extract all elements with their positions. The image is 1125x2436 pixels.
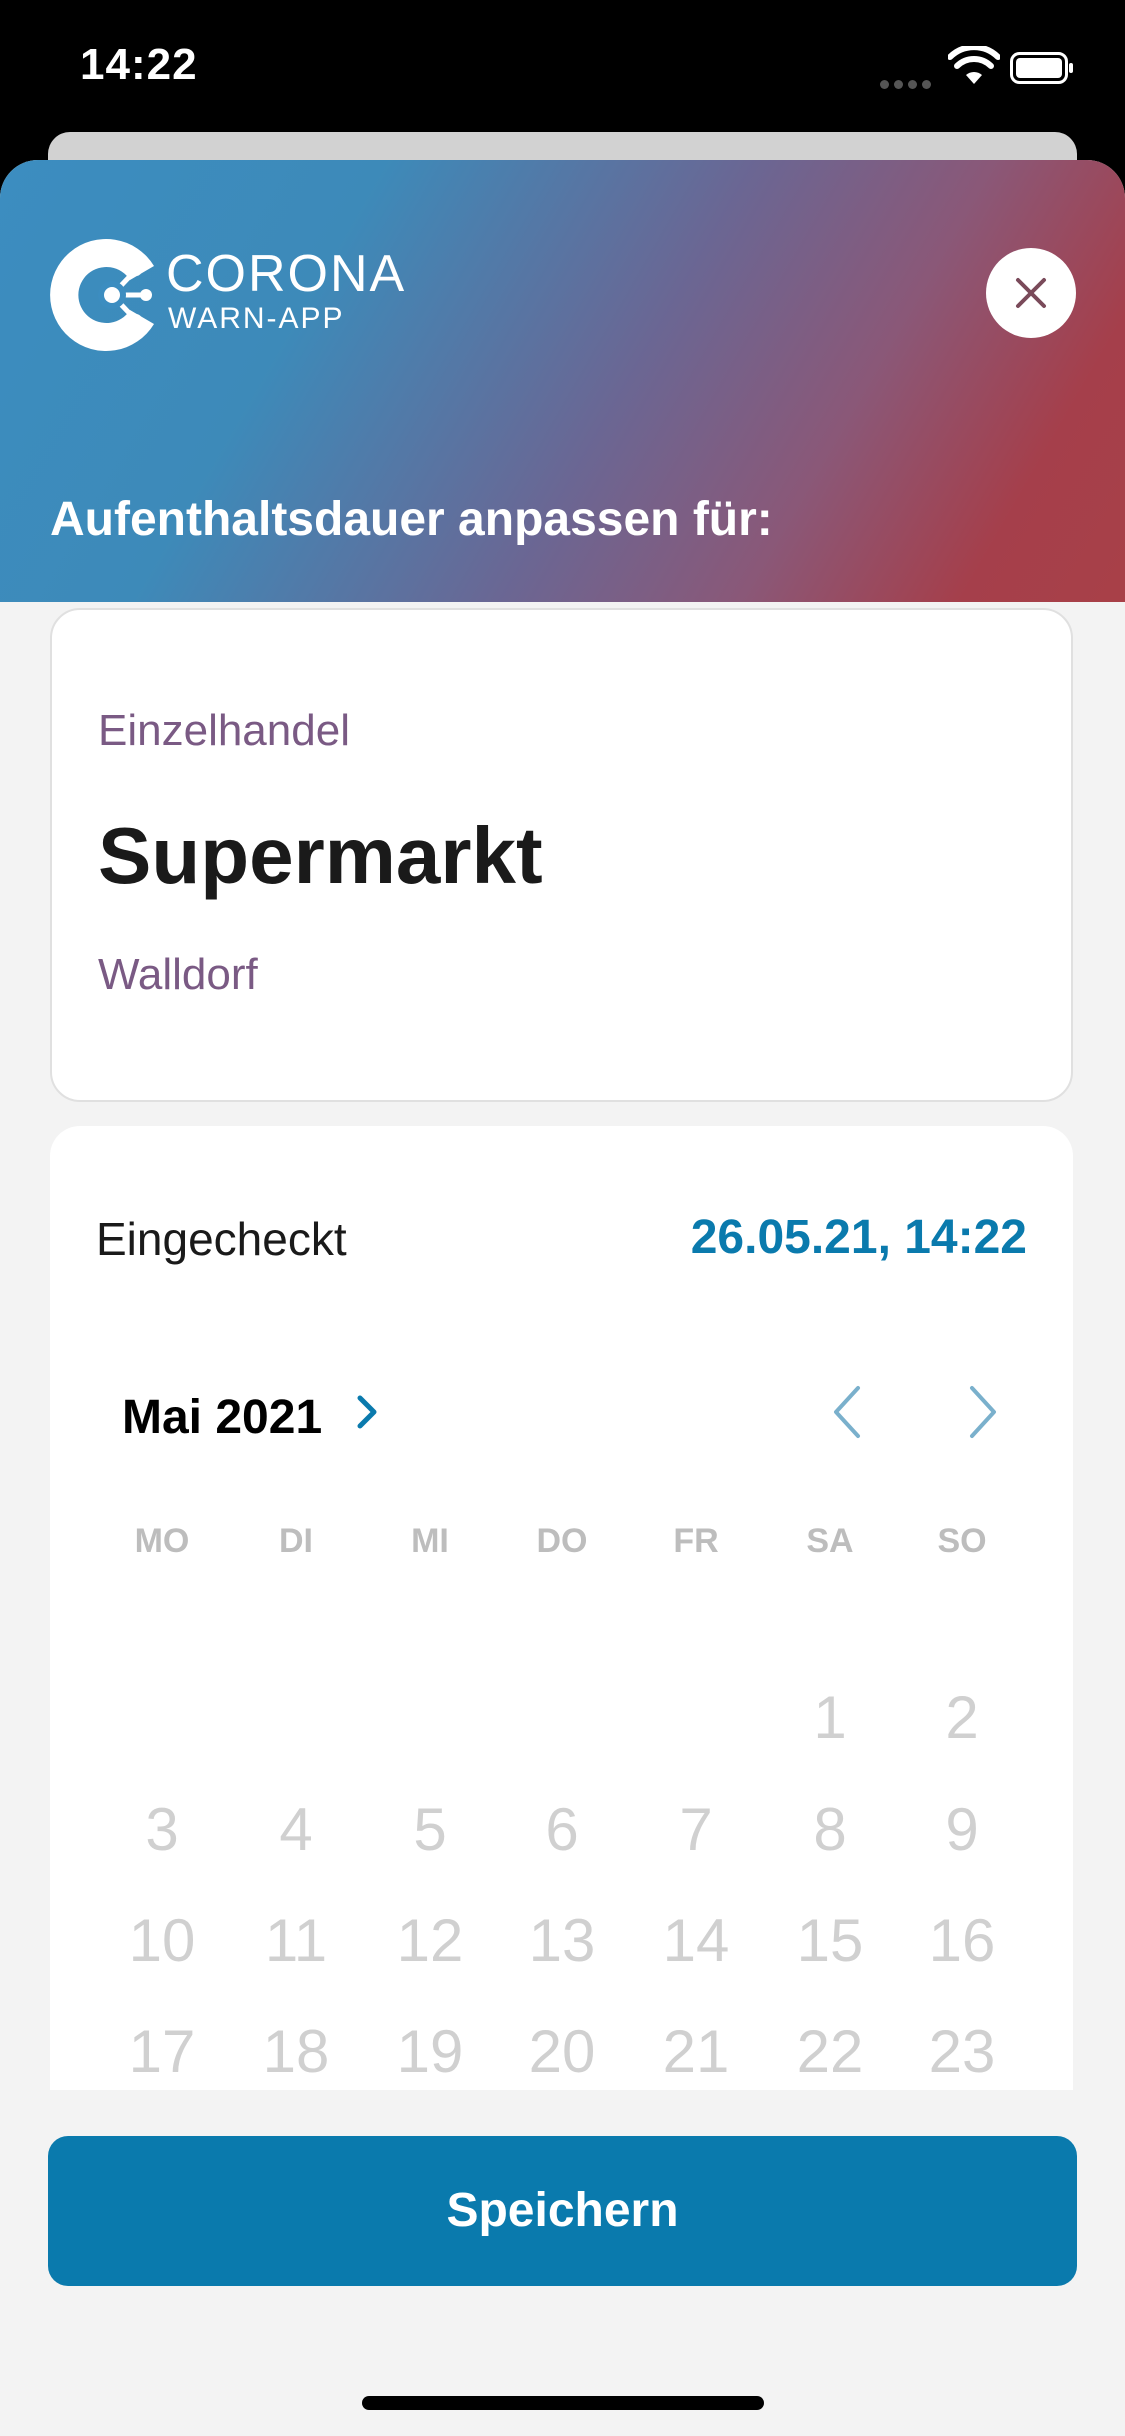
previous-month-icon[interactable]: [828, 1384, 868, 1440]
chevron-right-icon[interactable]: [356, 1392, 380, 1432]
cellular-signal-icon: [880, 76, 936, 89]
battery-icon: [1010, 52, 1073, 84]
corona-warn-app-logo-icon: [50, 239, 154, 351]
close-icon: [1016, 278, 1046, 308]
save-button[interactable]: Speichern: [48, 2136, 1077, 2286]
save-button-label: Speichern: [446, 2184, 679, 2237]
weekday-label: MO: [134, 1522, 190, 1560]
calendar-day: 21: [662, 2018, 730, 2085]
weekday-label: DO: [536, 1522, 588, 1560]
next-month-icon[interactable]: [962, 1384, 1002, 1440]
checkin-calendar-card: Eingecheckt 26.05.21, 14:22 Mai 2021 MO D…: [50, 1126, 1073, 2090]
location-type: Einzelhandel: [98, 706, 350, 755]
status-time: 14:22: [80, 40, 198, 89]
weekday-label: MI: [411, 1522, 449, 1560]
home-indicator: [362, 2396, 764, 2410]
location-city: Walldorf: [98, 950, 258, 999]
checkin-datetime[interactable]: 26.05.21, 14:22: [691, 1210, 1027, 1265]
calendar-day: 18: [262, 2018, 330, 2085]
close-button[interactable]: [986, 248, 1076, 338]
location-card: Einzelhandel Supermarkt Walldorf: [50, 608, 1073, 1102]
checkin-label: Eingecheckt: [96, 1213, 347, 1265]
sheet-header: CORONA WARN-APP Aufenthaltsdauer anpasse…: [0, 160, 1125, 602]
calendar-day: 20: [528, 2018, 596, 2085]
calendar-day: 19: [396, 2018, 464, 2085]
month-year-picker[interactable]: Mai 2021: [122, 1390, 322, 1445]
location-name: Supermarkt: [98, 811, 543, 900]
logo-subtitle: WARN-APP: [168, 302, 345, 335]
edit-duration-sheet: CORONA WARN-APP Aufenthaltsdauer anpasse…: [0, 160, 1125, 2436]
logo-title: CORONA: [166, 245, 407, 303]
wifi-icon: [948, 46, 1000, 84]
page-title: Aufenthaltsdauer anpassen für:: [50, 493, 773, 546]
weekday-label: DI: [279, 1522, 313, 1560]
calendar-day: 23: [928, 2018, 996, 2085]
weekday-label: SO: [937, 1522, 987, 1560]
weekday-label: SA: [806, 1522, 854, 1560]
calendar-day: 17: [128, 2018, 196, 2085]
weekday-label: FR: [673, 1522, 719, 1560]
calendar-day: 1: [813, 1684, 847, 1751]
status-bar: 14:22: [0, 0, 1125, 140]
calendar-day: 22: [796, 2018, 864, 2085]
calendar-day: 2: [945, 1684, 979, 1751]
